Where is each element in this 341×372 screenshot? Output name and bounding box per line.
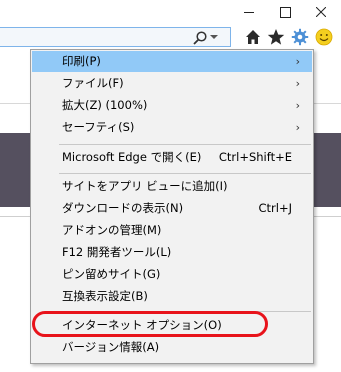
menu-item-view-downloads[interactable]: ダウンロードの表示(N) Ctrl+J <box>32 198 312 219</box>
search-icon[interactable] <box>192 30 208 46</box>
menu-item-pinned-sites[interactable]: ピン留めサイト(G) <box>32 264 312 285</box>
address-dropdown-icon[interactable] <box>210 35 218 39</box>
menu-item-label: アドオンの管理(M) <box>62 223 162 237</box>
menu-item-label: ダウンロードの表示(N) <box>62 201 184 215</box>
menu-item-label: F12 開発者ツール(L) <box>62 245 172 259</box>
submenu-arrow-icon: › <box>295 55 300 68</box>
menu-item-label: 互換表示設定(B) <box>62 289 148 303</box>
menu-item-print[interactable]: 印刷(P) › <box>32 51 312 72</box>
favorites-star-icon[interactable] <box>267 28 285 46</box>
menu-item-label: ピン留めサイト(G) <box>62 267 161 281</box>
menu-item-label: セーフティ(S) <box>62 120 135 134</box>
menu-item-open-in-edge[interactable]: Microsoft Edge で開く(E) Ctrl+Shift+E <box>32 147 312 168</box>
menu-item-shortcut: Ctrl+Shift+E <box>218 150 292 164</box>
minimize-icon <box>244 11 254 13</box>
red-highlight-annotation <box>32 311 268 337</box>
menu-item-label: サイトをアプリ ビューに追加(I) <box>62 179 228 193</box>
menu-item-manage-addons[interactable]: アドオンの管理(M) <box>32 220 312 241</box>
menu-separator <box>59 144 311 145</box>
menu-item-shortcut: Ctrl+J <box>258 201 293 215</box>
menu-item-label: Microsoft Edge で開く(E) <box>62 150 202 164</box>
menu-item-label: 拡大(Z) (100%) <box>62 98 148 112</box>
title-bar <box>0 0 341 24</box>
home-icon[interactable] <box>245 29 261 45</box>
tools-gear-icon[interactable] <box>291 28 309 46</box>
minimize-button[interactable] <box>234 0 264 24</box>
close-button[interactable] <box>306 0 336 24</box>
menu-separator <box>59 173 311 174</box>
menu-item-label: ファイル(F) <box>62 76 124 90</box>
menu-item-about[interactable]: バージョン情報(A) <box>32 337 312 358</box>
menu-item-add-site-app-view[interactable]: サイトをアプリ ビューに追加(I) <box>32 176 312 197</box>
maximize-icon <box>279 6 291 18</box>
menu-item-safety[interactable]: セーフティ(S) › <box>32 117 312 138</box>
menu-item-zoom[interactable]: 拡大(Z) (100%) › <box>32 95 312 116</box>
maximize-button[interactable] <box>270 0 300 24</box>
close-icon <box>316 7 326 17</box>
submenu-arrow-icon: › <box>295 99 300 112</box>
menu-item-f12-dev-tools[interactable]: F12 開発者ツール(L) <box>32 242 312 263</box>
menu-item-compatibility-view-settings[interactable]: 互換表示設定(B) <box>32 286 312 307</box>
menu-item-label: バージョン情報(A) <box>62 340 160 354</box>
menu-item-file[interactable]: ファイル(F) › <box>32 73 312 94</box>
submenu-arrow-icon: › <box>295 121 300 134</box>
submenu-arrow-icon: › <box>295 77 300 90</box>
menu-item-label: 印刷(P) <box>62 54 101 68</box>
feedback-smiley-icon[interactable] <box>315 28 333 46</box>
